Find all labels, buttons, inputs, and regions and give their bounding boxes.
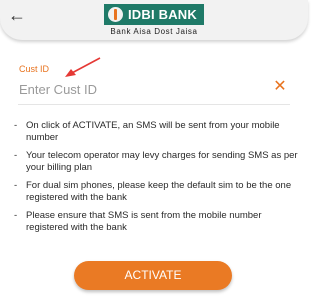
activate-button[interactable]: ACTIVATE: [74, 261, 232, 290]
list-item: - For dual sim phones, please keep the d…: [14, 180, 298, 204]
note-text: For dual sim phones, please keep the def…: [26, 180, 292, 203]
note-text: Your telecom operator may levy charges f…: [26, 150, 298, 173]
note-text: On click of ACTIVATE, an SMS will be sen…: [26, 120, 280, 143]
cust-id-input[interactable]: [19, 80, 269, 98]
list-item: - Please ensure that SMS is sent from th…: [14, 210, 298, 234]
red-arrow-annotation: [65, 57, 101, 77]
bank-logo: IDBI BANK: [104, 4, 204, 25]
app-header: ← IDBI BANK Bank Aisa Dost Jaisa: [0, 0, 308, 40]
instructions-list: - On click of ACTIVATE, an SMS will be s…: [14, 120, 298, 240]
input-underline: [18, 104, 290, 105]
list-item: - Your telecom operator may levy charges…: [14, 150, 298, 173]
close-icon[interactable]: ✕: [273, 79, 287, 95]
arrow-left-icon[interactable]: ←: [8, 6, 26, 24]
tagline: Bank Aisa Dost Jaisa: [110, 27, 198, 36]
idbi-logo-icon: [108, 7, 123, 22]
cust-id-label: Cust ID: [19, 64, 50, 74]
note-text: Please ensure that SMS is sent from the …: [26, 210, 262, 233]
list-item: - On click of ACTIVATE, an SMS will be s…: [14, 120, 298, 144]
logo-text: IDBI BANK: [128, 7, 197, 22]
